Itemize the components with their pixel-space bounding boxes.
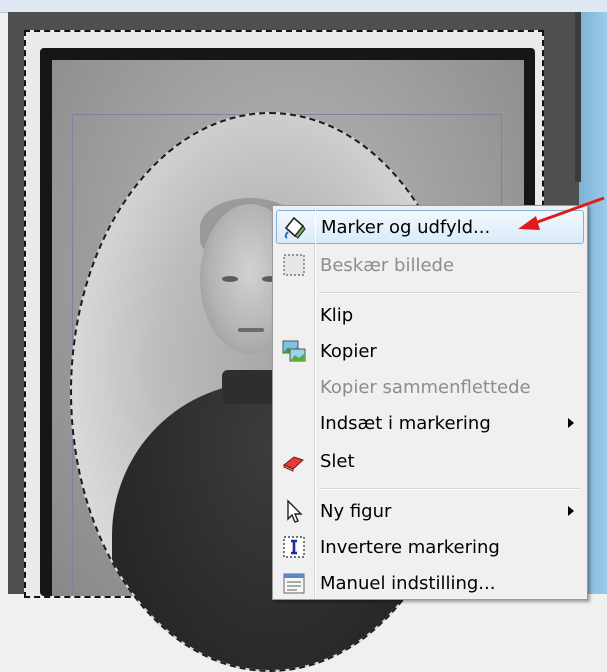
menu-item-slet[interactable]: Slet	[276, 444, 584, 478]
menu-separator	[319, 488, 581, 490]
context-menu: Marker og udfyld... Beskær billede Klip	[272, 205, 588, 600]
menu-separator	[319, 292, 581, 294]
menu-item-label: Beskær billede	[320, 254, 455, 276]
cursor-arrow-icon	[276, 496, 312, 526]
menu-item-label: Kopier	[320, 340, 377, 362]
menu-item-invertere-markering[interactable]: Invertere markering	[276, 530, 584, 564]
select-fill-icon	[277, 212, 313, 242]
menu-item-label: Manuel indstilling...	[320, 572, 496, 594]
copy-image-icon	[276, 336, 312, 366]
invert-selection-icon	[276, 532, 312, 562]
menu-item-beskaer-billede[interactable]: Beskær billede	[276, 248, 584, 282]
menu-item-kopier-sammenflettede[interactable]: Kopier sammenflettede	[276, 370, 584, 404]
submenu-arrow-icon	[568, 506, 574, 516]
menu-item-label: Slet	[320, 450, 355, 472]
image-editor-canvas: Marker og udfyld... Beskær billede Klip	[0, 0, 607, 672]
menu-item-label: Ny figur	[320, 500, 392, 522]
menu-item-indsaet-i-markering[interactable]: Indsæt i markering	[276, 406, 584, 440]
annotation-arrow-icon	[518, 196, 605, 230]
menu-item-label: Invertere markering	[320, 536, 500, 558]
menu-item-label: Kopier sammenflettede	[320, 376, 531, 398]
menu-item-manuel-indstilling[interactable]: Manuel indstilling...	[276, 566, 584, 600]
menu-item-label: Klip	[320, 304, 354, 326]
menu-item-label: Marker og udfyld...	[321, 216, 491, 238]
submenu-arrow-icon	[568, 418, 574, 428]
menu-item-klip[interactable]: Klip	[276, 298, 584, 332]
portrait-eye	[222, 276, 238, 282]
eraser-icon	[276, 446, 312, 476]
menu-item-ny-figur[interactable]: Ny figur	[276, 494, 584, 528]
crop-icon	[276, 250, 312, 280]
menu-item-kopier[interactable]: Kopier	[276, 334, 584, 368]
menu-item-label: Indsæt i markering	[320, 412, 491, 434]
portrait-mouth	[238, 328, 264, 332]
